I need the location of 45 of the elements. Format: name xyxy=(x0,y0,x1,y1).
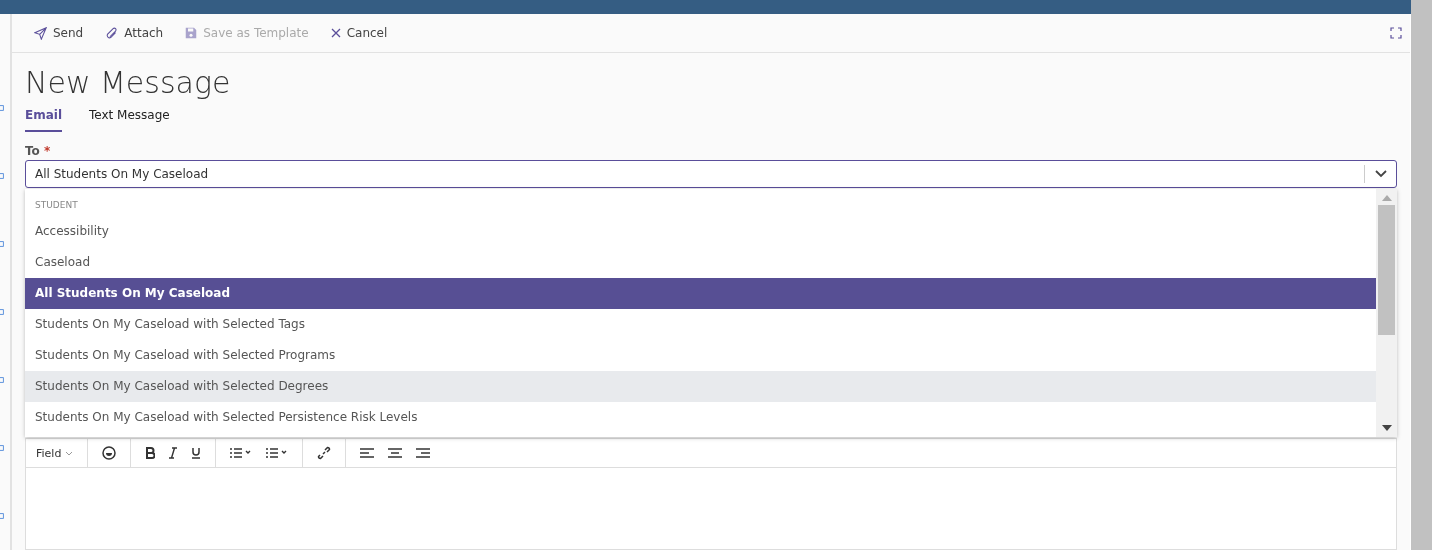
dropdown-option[interactable]: Caseload xyxy=(25,247,1376,278)
calendar-icon xyxy=(0,444,4,452)
page-title: New Message xyxy=(25,65,232,100)
bullet-list-icon[interactable] xyxy=(230,447,253,459)
calendar-icon xyxy=(0,308,4,316)
attach-button[interactable]: Attach xyxy=(103,26,166,40)
message-editor[interactable]: Field xyxy=(25,438,1397,550)
scrollbar[interactable] xyxy=(1376,189,1397,437)
calendar-icon xyxy=(0,240,4,248)
chevron-down-icon xyxy=(1375,170,1387,178)
dropdown-option[interactable]: Students On My Caseload with Selected Programs xyxy=(25,340,1376,371)
italic-icon[interactable] xyxy=(169,447,178,459)
dropdown-option[interactable]: Accessibility xyxy=(25,216,1376,247)
close-icon xyxy=(330,28,341,38)
calendar-icon xyxy=(0,376,4,384)
numbered-list-icon[interactable] xyxy=(266,447,289,459)
underline-icon[interactable] xyxy=(191,447,202,459)
calendar-icon xyxy=(0,512,4,520)
send-button[interactable]: Send xyxy=(32,26,86,40)
fullscreen-icon[interactable] xyxy=(1390,27,1402,39)
field-menu[interactable]: Field xyxy=(36,446,74,460)
link-icon[interactable] xyxy=(317,446,332,460)
dropdown-option[interactable]: Students On My Caseload with Selected Tags xyxy=(25,309,1376,340)
dropdown-option[interactable]: All Students On My Caseload xyxy=(25,278,1376,309)
recipient-select[interactable]: All Students On My Caseload xyxy=(25,160,1397,188)
emoji-icon[interactable] xyxy=(102,446,117,460)
align-right-icon[interactable] xyxy=(416,448,431,458)
paperclip-icon xyxy=(105,26,119,40)
calendar-icon xyxy=(0,172,4,180)
paper-plane-icon xyxy=(34,26,47,40)
field-label: To * xyxy=(25,144,52,158)
align-center-icon[interactable] xyxy=(388,448,403,458)
caret-icon xyxy=(65,450,74,456)
scrollbar-thumb[interactable] xyxy=(1378,205,1395,335)
cancel-button[interactable]: Cancel xyxy=(328,26,390,40)
page-scrollbar[interactable] xyxy=(1411,0,1432,550)
group-heading: STUDENT xyxy=(34,199,79,212)
bold-icon[interactable] xyxy=(145,447,156,459)
scroll-down-icon[interactable] xyxy=(1381,425,1392,431)
dropdown-option[interactable]: Students On My Caseload with Selected Degrees xyxy=(25,371,1376,402)
dropdown-option[interactable]: Students On My Caseload with Selected Persistence Risk Levels xyxy=(25,402,1376,433)
tab[interactable]: Text Message xyxy=(89,106,170,132)
align-left-icon[interactable] xyxy=(360,448,375,458)
calendar-icon xyxy=(0,104,4,112)
tab[interactable]: Email xyxy=(25,106,63,132)
